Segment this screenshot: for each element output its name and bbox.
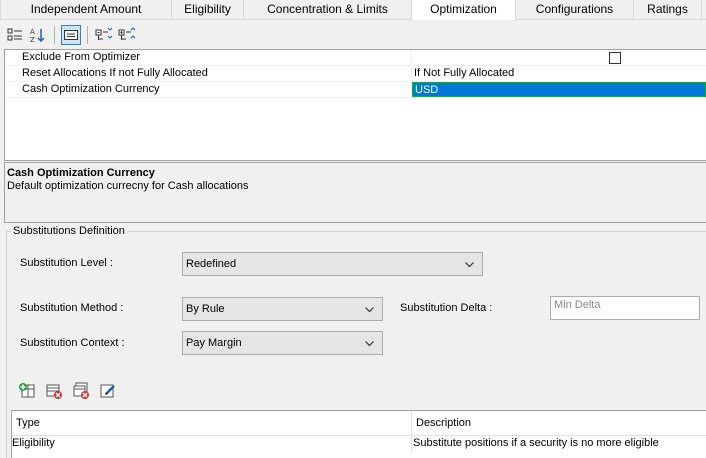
categorized-view-icon <box>7 28 22 41</box>
property-name: Cash Optimization Currency <box>5 82 412 97</box>
column-header-description[interactable]: Description <box>412 411 706 435</box>
add-row-icon[interactable] <box>18 382 36 400</box>
tab-ratings[interactable]: Ratings <box>634 0 702 19</box>
tab-concentration-limits[interactable]: Concentration & Limits <box>244 0 412 19</box>
substitution-delta-label: Substitution Delta : <box>400 302 493 314</box>
tab-configurations[interactable]: Configurations <box>516 0 634 19</box>
sort-alphabetical-icon: A Z <box>30 28 45 43</box>
toolbar-separator <box>87 26 88 44</box>
property-description-pane: Cash Optimization Currency Default optim… <box>4 162 706 223</box>
substitutions-definition-group: Substitutions Definition Substitution Le… <box>6 225 706 458</box>
delete-all-rows-icon[interactable] <box>72 382 90 400</box>
substitution-context-label: Substitution Context : <box>20 337 125 349</box>
expand-all-icon <box>95 27 113 40</box>
edit-row-icon[interactable] <box>99 382 117 400</box>
reset-allocations-value[interactable]: If Not Fully Allocated <box>412 66 706 81</box>
substitution-context-dropdown[interactable]: Pay Margin <box>182 331 383 355</box>
substitutions-table: Type Description Eligibility Substitute … <box>11 410 706 458</box>
row-description: Substitute positions if a security is no… <box>413 437 659 449</box>
delete-row-icon[interactable] <box>45 382 63 400</box>
table-row[interactable]: Eligibility Substitute positions if a se… <box>12 436 706 452</box>
tab-optimization[interactable]: Optimization <box>412 0 516 20</box>
chevron-down-icon <box>365 341 374 347</box>
sort-alphabetical-button[interactable]: A Z <box>28 25 48 45</box>
substitution-level-label: Substitution Level : <box>20 257 113 269</box>
table-header: Type Description <box>12 411 706 436</box>
property-value <box>412 50 706 65</box>
svg-text:A: A <box>30 28 35 36</box>
substitution-method-dropdown[interactable]: By Rule <box>182 297 383 321</box>
property-name: Exclude From Optimizer <box>5 50 412 65</box>
property-row-reset-allocations[interactable]: Reset Allocations If not Fully Allocated… <box>5 66 706 82</box>
description-text: Default optimization currecny for Cash a… <box>7 180 249 192</box>
substitution-level-dropdown[interactable]: Redefined <box>182 252 483 276</box>
property-row-cash-optimization-currency[interactable]: Cash Optimization Currency USD <box>5 82 706 98</box>
substitution-level-value: Redefined <box>186 258 237 270</box>
description-title: Cash Optimization Currency <box>7 167 155 179</box>
property-pages-button[interactable] <box>61 25 81 45</box>
substitution-actions <box>18 382 126 400</box>
substitution-method-label: Substitution Method : <box>20 302 124 314</box>
property-grid-toolbar: A Z <box>0 21 706 49</box>
column-header-type[interactable]: Type <box>12 411 412 435</box>
group-title: Substitutions Definition <box>11 225 127 237</box>
property-pages-icon <box>64 30 78 40</box>
substitution-context-value: Pay Margin <box>186 337 242 349</box>
property-grid: Exclude From Optimizer Reset Allocations… <box>4 49 706 161</box>
chevron-down-icon <box>365 307 374 313</box>
property-name: Reset Allocations If not Fully Allocated <box>5 66 412 81</box>
toolbar-separator <box>54 26 55 44</box>
expand-all-button[interactable] <box>94 25 114 45</box>
chevron-down-icon <box>465 262 474 268</box>
cash-optimization-currency-value[interactable]: USD <box>412 82 706 97</box>
tab-eligibility[interactable]: Eligibility <box>172 0 244 19</box>
substitution-delta-input[interactable]: Min Delta <box>550 296 700 320</box>
svg-text:Z: Z <box>30 36 35 43</box>
property-row-exclude-from-optimizer[interactable]: Exclude From Optimizer <box>5 50 706 66</box>
exclude-from-optimizer-checkbox[interactable] <box>609 52 621 64</box>
collapse-all-icon <box>118 27 136 40</box>
collapse-all-button[interactable] <box>117 25 137 45</box>
tab-independent-amount[interactable]: Independent Amount <box>0 0 172 19</box>
categorized-view-button[interactable] <box>5 25 25 45</box>
substitution-method-value: By Rule <box>186 303 225 315</box>
row-type: Eligibility <box>12 436 412 452</box>
tab-strip: Independent Amount Eligibility Concentra… <box>0 0 706 20</box>
